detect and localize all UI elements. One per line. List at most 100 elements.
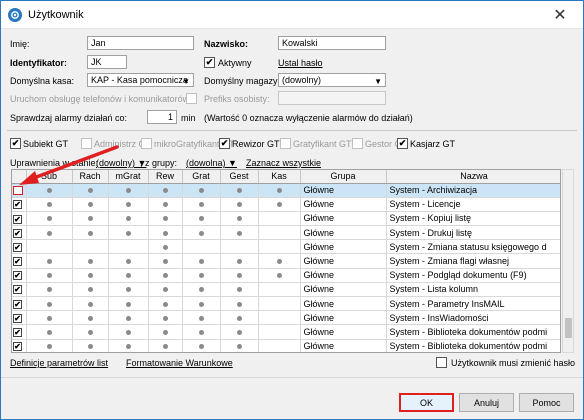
permission-cell[interactable] (108, 197, 149, 212)
permission-cell[interactable] (182, 197, 221, 212)
permission-cell[interactable] (108, 282, 149, 298)
permission-cell[interactable] (72, 282, 109, 298)
permission-cell[interactable] (108, 225, 149, 241)
row-checkbox-cell[interactable]: ✔ (12, 239, 27, 255)
role-checkbox[interactable]: ✔ (219, 138, 230, 149)
permission-cell[interactable] (148, 197, 183, 212)
permission-cell[interactable] (108, 324, 149, 340)
scrollbar-thumb[interactable] (565, 318, 572, 338)
permission-cell[interactable] (108, 339, 149, 352)
table-row[interactable]: ✔ Główne System - Parametry InsMAIL (12, 296, 560, 312)
permission-cell[interactable] (26, 268, 73, 283)
row-checkbox-cell[interactable]: ✔ (12, 296, 27, 312)
permission-cell[interactable] (182, 310, 221, 326)
permission-cell[interactable] (148, 268, 183, 283)
row-checkbox[interactable]: ✔ (13, 214, 22, 224)
imie-input[interactable]: Jan (87, 36, 194, 50)
definicje-link[interactable]: Definicje parametrów list (10, 358, 108, 368)
permission-cell[interactable] (72, 296, 109, 312)
row-checkbox[interactable]: ✔ (13, 271, 22, 281)
permission-cell[interactable] (26, 211, 73, 227)
table-row[interactable]: ✔ Główne System - Zmiana statusu księgoweg… (12, 239, 560, 255)
permission-cell[interactable] (72, 324, 109, 340)
column-header[interactable]: Kas (258, 170, 301, 184)
permission-cell[interactable] (108, 239, 149, 255)
row-checkbox[interactable]: ✔ (13, 299, 22, 309)
permission-cell[interactable] (72, 310, 109, 326)
row-checkbox[interactable]: ✔ (13, 285, 22, 295)
ok-button[interactable]: OK (399, 393, 454, 412)
permission-cell[interactable] (182, 282, 221, 298)
permission-cell[interactable] (258, 268, 301, 283)
permission-cell[interactable] (108, 310, 149, 326)
row-checkbox-cell[interactable]: ✔ (12, 282, 27, 298)
permission-cell[interactable] (258, 324, 301, 340)
role-checkbox[interactable] (352, 138, 363, 149)
permission-cell[interactable] (258, 239, 301, 255)
permission-cell[interactable] (72, 197, 109, 212)
row-checkbox[interactable]: ✔ (13, 242, 22, 252)
nazwisko-input[interactable]: Kowalski (278, 36, 386, 50)
permission-cell[interactable] (220, 310, 259, 326)
permission-cell[interactable] (72, 268, 109, 283)
uruchom-checkbox[interactable] (186, 93, 197, 104)
row-checkbox-cell[interactable]: ✔ (12, 268, 27, 283)
permission-cell[interactable] (72, 339, 109, 352)
anuluj-button[interactable]: Anuluj (459, 393, 514, 412)
column-header[interactable]: Rew (148, 170, 183, 184)
permission-cell[interactable] (220, 268, 259, 283)
permission-cell[interactable] (72, 225, 109, 241)
formatowanie-link[interactable]: Formatowanie Warunkowe (126, 358, 233, 368)
table-row[interactable]: ✔ Główne System - Licencje (12, 197, 560, 212)
permission-cell[interactable] (182, 268, 221, 283)
role-checkbox[interactable] (141, 138, 152, 149)
table-row[interactable]: ✔ Główne System - Kopiuj listę (12, 211, 560, 227)
ustal-haslo-link[interactable]: Ustal hasło (278, 58, 323, 68)
permission-cell[interactable] (26, 339, 73, 352)
permission-cell[interactable] (182, 239, 221, 255)
row-checkbox[interactable]: ✔ (13, 313, 22, 323)
permission-cell[interactable] (148, 239, 183, 255)
permission-cell[interactable] (258, 253, 301, 269)
permission-cell[interactable] (26, 239, 73, 255)
permission-cell[interactable] (220, 239, 259, 255)
column-header[interactable]: Grat (182, 170, 221, 184)
table-row[interactable]: ✔ Główne System - InsWiadomości (12, 310, 560, 326)
row-checkbox[interactable]: ✔ (13, 200, 22, 210)
column-header[interactable]: Nazwa (386, 170, 560, 184)
permission-cell[interactable] (108, 211, 149, 227)
permission-cell[interactable] (220, 197, 259, 212)
zaznacz-wszystkie-link[interactable]: Zaznacz wszystkie (246, 158, 321, 168)
permission-cell[interactable] (26, 310, 73, 326)
permission-cell[interactable] (148, 211, 183, 227)
permission-cell[interactable] (108, 268, 149, 283)
magazyn-select[interactable]: (dowolny) ▼ (278, 73, 386, 87)
permission-cell[interactable] (148, 310, 183, 326)
permission-cell[interactable] (72, 211, 109, 227)
row-checkbox-cell[interactable]: ✔ (12, 310, 27, 326)
permission-cell[interactable] (108, 253, 149, 269)
permission-cell[interactable] (182, 253, 221, 269)
row-checkbox-cell[interactable]: ✔ (12, 197, 27, 212)
pomoc-button[interactable]: Pomoc (519, 393, 574, 412)
permission-cell[interactable] (220, 253, 259, 269)
table-row[interactable]: ✔ Główne System - Biblioteka dokumentów po… (12, 339, 560, 352)
permission-cell[interactable] (220, 339, 259, 352)
permission-cell[interactable] (26, 296, 73, 312)
column-header[interactable]: Grupa (300, 170, 387, 184)
permission-cell[interactable] (182, 324, 221, 340)
permission-cell[interactable] (182, 183, 221, 198)
permission-cell[interactable] (182, 339, 221, 352)
table-row[interactable]: ✔ Główne System - Lista kolumn (12, 282, 560, 298)
zmien-haslo-checkbox[interactable] (436, 357, 447, 368)
permission-cell[interactable] (258, 225, 301, 241)
permission-cell[interactable] (26, 197, 73, 212)
permission-cell[interactable] (148, 225, 183, 241)
row-checkbox[interactable]: ✔ (13, 228, 22, 238)
alarmy-input[interactable]: 1 (147, 110, 177, 124)
permission-cell[interactable] (26, 324, 73, 340)
permission-cell[interactable] (258, 310, 301, 326)
permission-cell[interactable] (148, 183, 183, 198)
row-checkbox[interactable]: ✔ (13, 257, 22, 267)
kasa-select[interactable]: KAP - Kasa pomocnicza ▼ (87, 73, 194, 87)
